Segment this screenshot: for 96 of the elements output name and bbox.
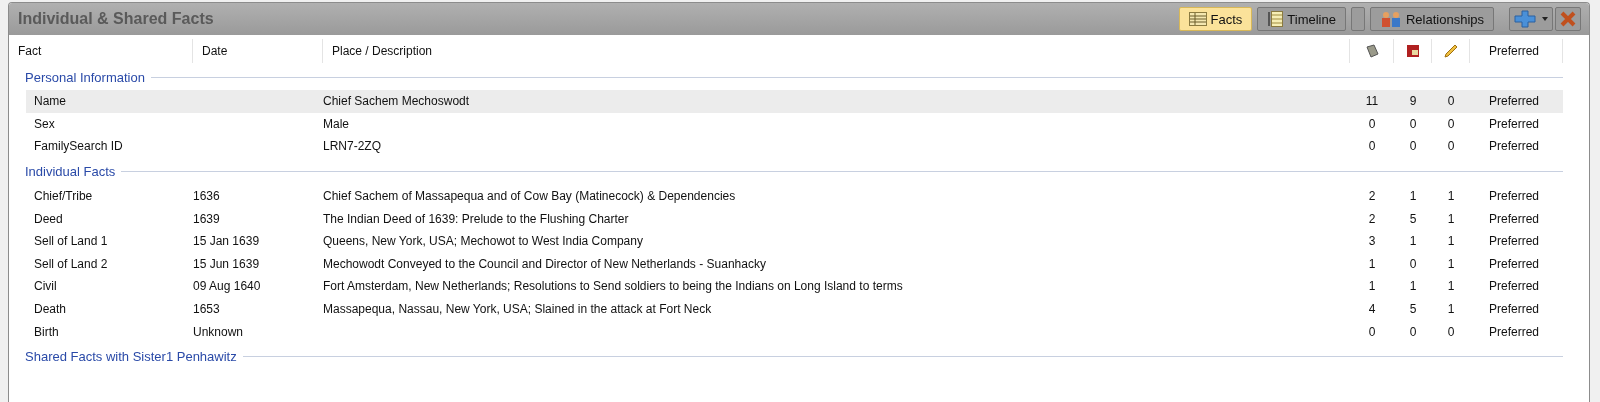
count-cell-text: 0 (1446, 116, 1456, 131)
preferred-cell-text: Preferred (1488, 116, 1541, 131)
count-cell-text: 1 (1446, 211, 1456, 226)
table-icon (1188, 12, 1207, 26)
count-cell-text: 1 (1367, 256, 1377, 271)
book-icon[interactable] (1405, 44, 1420, 58)
place-cell-text: Chief Sachem of Massapequa and of Cow Bay (Matinecock) & Dependencies (323, 189, 737, 204)
fact-row[interactable]: Civil 09 Aug 1640 Fort Amsterdam, New Netherlands; Resolutions to Send soldiers to being the Indians on Long Island to terms 1 1 1 Preferred (26, 275, 1563, 298)
preferred-cell-text: Preferred (1488, 94, 1541, 109)
place-cell-text: Queens, New York, USA; Mechowot to West India Company (323, 234, 644, 249)
count-cell-text: 0 (1408, 139, 1418, 154)
count-cell-text: 2 (1367, 189, 1377, 204)
list-icon (1267, 11, 1284, 27)
place-cell-text: Mechowodt Conveyed to the Council and Director of New Netherlands - Suanhacky (323, 256, 767, 271)
date-cell-text: 1639 (193, 211, 221, 226)
preferred-cell-text: Preferred (1488, 234, 1541, 249)
preferred-cell-text: Preferred (1488, 324, 1541, 339)
preferred-cell-text: Preferred (1488, 256, 1541, 271)
column-header[interactable]: Fact (9, 39, 193, 63)
place-cell-text: Chief Sachem Mechoswodt (323, 94, 471, 109)
count-cell-text: 1 (1446, 256, 1456, 271)
count-cell-text: 5 (1408, 302, 1418, 317)
count-cell-text: 1 (1367, 279, 1377, 294)
preferred-cell-text: Preferred (1488, 302, 1541, 317)
fact-cell-text: Name (33, 94, 67, 109)
place-cell-text: LRN7-2ZQ (323, 139, 382, 154)
count-cell-text: 0 (1408, 116, 1418, 131)
caret-icon (1542, 17, 1548, 21)
date-cell-text: 09 Aug 1640 (193, 279, 262, 294)
count-cell-text: 1 (1408, 234, 1418, 249)
count-cell-text: 0 (1408, 324, 1418, 339)
fact-row[interactable]: FamilySearch ID LRN7-2ZQ 0 0 0 Preferred (26, 135, 1563, 158)
fact-cell-text: Birth (33, 324, 60, 339)
fact-row[interactable]: Death 1653 Massapequa, Nassau, New York, USA; Slained in the attack at Fort Neck 4 5 1 Preferred (26, 297, 1563, 321)
fact-cell-text: FamilySearch ID (33, 139, 124, 154)
count-cell-text: 9 (1408, 94, 1418, 109)
plus-icon (1514, 10, 1536, 28)
fact-row[interactable]: Birth Unknown 0 0 0 Preferred (26, 320, 1563, 343)
fact-cell-text: Death (33, 302, 68, 317)
fact-cell-text: Civil (33, 279, 58, 294)
count-cell-text: 0 (1408, 256, 1418, 271)
count-cell-text: 0 (1367, 116, 1377, 131)
date-cell-text: Unknown (193, 324, 245, 339)
fact-cell-text: Sell of Land 1 (33, 234, 109, 249)
place-cell-text: Male (323, 116, 350, 131)
count-cell-text: 1 (1408, 189, 1418, 204)
fact-cell-text: Sex (33, 116, 56, 131)
count-cell-text: 0 (1446, 324, 1456, 339)
column-header[interactable]: Preferred (1470, 39, 1563, 63)
count-cell-text: 5 (1408, 211, 1418, 226)
place-cell-text: The Indian Deed of 1639: Prelude to the Flushing Charter (323, 211, 630, 226)
preferred-cell-text: Preferred (1488, 279, 1541, 294)
date-cell-text: 15 Jun 1639 (193, 256, 261, 271)
pencil-icon[interactable] (1443, 44, 1458, 58)
count-cell-text: 1 (1446, 279, 1456, 294)
count-cell-text: 0 (1367, 324, 1377, 339)
count-cell-text: 0 (1446, 139, 1456, 154)
count-cell-text: 0 (1446, 94, 1456, 109)
scroll-icon[interactable] (1364, 44, 1379, 58)
fact-cell-text: Sell of Land 2 (33, 256, 109, 271)
fact-row[interactable]: Name Chief Sachem Mechoswodt 11 9 0 Preferred (26, 90, 1563, 113)
column-header[interactable]: Place / Description (323, 39, 1350, 63)
column-header[interactable]: Date (193, 39, 323, 63)
view-tab[interactable]: Relationships (1369, 7, 1494, 31)
view-tab[interactable]: Facts (1178, 7, 1253, 31)
count-cell-text: 11 (1364, 94, 1380, 109)
view-tab[interactable]: Timeline (1257, 7, 1346, 31)
preferred-cell-text: Preferred (1488, 211, 1541, 226)
date-cell-text: 1636 (193, 189, 221, 204)
fact-row[interactable]: Chief/Tribe 1636 Chief Sachem of Massapequa and of Cow Bay (Matinecock) & Dependencies 2 1 1 Preferred (26, 184, 1563, 208)
count-cell-text: 4 (1367, 302, 1377, 317)
panel-title: Individual & Shared Facts (18, 10, 214, 28)
count-cell-text: 0 (1367, 139, 1377, 154)
place-cell-text: Massapequa, Nassau, New York, USA; Slained in the attack at Fort Neck (323, 302, 713, 317)
date-cell-text: 1653 (193, 302, 221, 317)
fact-row[interactable]: Sex Male 0 0 0 Preferred (26, 112, 1563, 136)
count-cell-text: 1 (1446, 189, 1456, 204)
people-icon (1379, 11, 1402, 27)
date-cell-text: 15 Jan 1639 (193, 234, 261, 249)
group-header: Shared Facts with Sister1 Penhawitz (25, 349, 237, 365)
count-cell-text: 1 (1446, 234, 1456, 249)
group-header: Personal Information (25, 69, 145, 85)
fact-row[interactable]: Sell of Land 1 15 Jan 1639 Queens, New York, USA; Mechowot to West India Company 3 1 1 Preferred (26, 229, 1563, 253)
preferred-cell-text: Preferred (1488, 139, 1541, 154)
close-icon (1560, 11, 1576, 27)
group-header: Individual Facts (25, 164, 116, 180)
count-cell-text: 3 (1367, 234, 1377, 249)
fact-row[interactable]: Sell of Land 2 15 Jun 1639 Mechowodt Conveyed to the Council and Director of New Netherlands - Suanhacky 1 0 1 Preferred (26, 252, 1563, 276)
count-cell-text: 1 (1408, 279, 1418, 294)
fact-cell-text: Deed (33, 211, 64, 226)
fact-row[interactable]: Deed 1639 The Indian Deed of 1639: Prelude to the Flushing Charter 2 5 1 Preferred (26, 207, 1563, 230)
count-cell-text: 1 (1446, 302, 1456, 317)
count-cell-text: 2 (1367, 211, 1377, 226)
place-cell-text: Fort Amsterdam, New Netherlands; Resolutions to Send soldiers to being the Indians on Long Island to terms (323, 279, 904, 294)
fact-cell-text: Chief/Tribe (33, 189, 94, 204)
preferred-cell-text: Preferred (1488, 189, 1541, 204)
